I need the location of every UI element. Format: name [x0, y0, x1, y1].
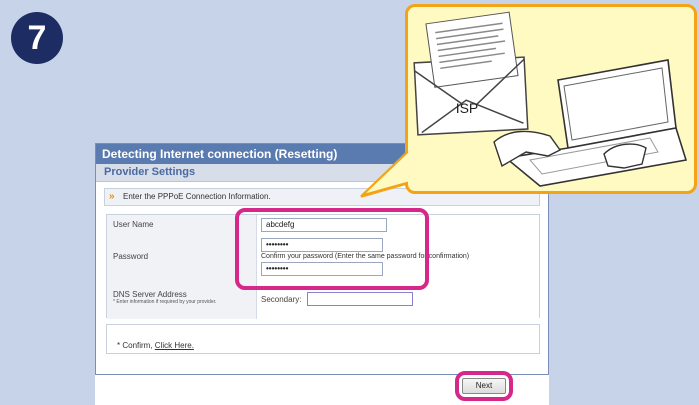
step-number-badge: 7 [13, 14, 61, 62]
secondary-label: Secondary: [261, 295, 302, 304]
envelope-icon: ISP [413, 11, 529, 136]
credentials-highlight [235, 208, 429, 290]
dns-label-cell: DNS Server Address * Enter information i… [107, 279, 257, 319]
secondary-dns-input[interactable] [307, 292, 413, 306]
laptop-icon [504, 59, 688, 187]
isp-letter-laptop-illustration: ISP [413, 11, 688, 187]
click-here-link[interactable]: Click Here. [155, 341, 194, 350]
confirm-prefix: * Confirm, [117, 341, 155, 350]
double-chevron-icon: » [109, 191, 115, 202]
next-button-highlight [455, 371, 513, 401]
isp-label: ISP [456, 100, 479, 116]
dns-note: * Enter information if required by your … [113, 299, 217, 305]
instruction-text: Enter the PPPoE Connection Information. [123, 192, 271, 201]
dns-label: DNS Server Address [113, 290, 187, 299]
confirm-box: * Confirm, Click Here. [106, 324, 540, 354]
